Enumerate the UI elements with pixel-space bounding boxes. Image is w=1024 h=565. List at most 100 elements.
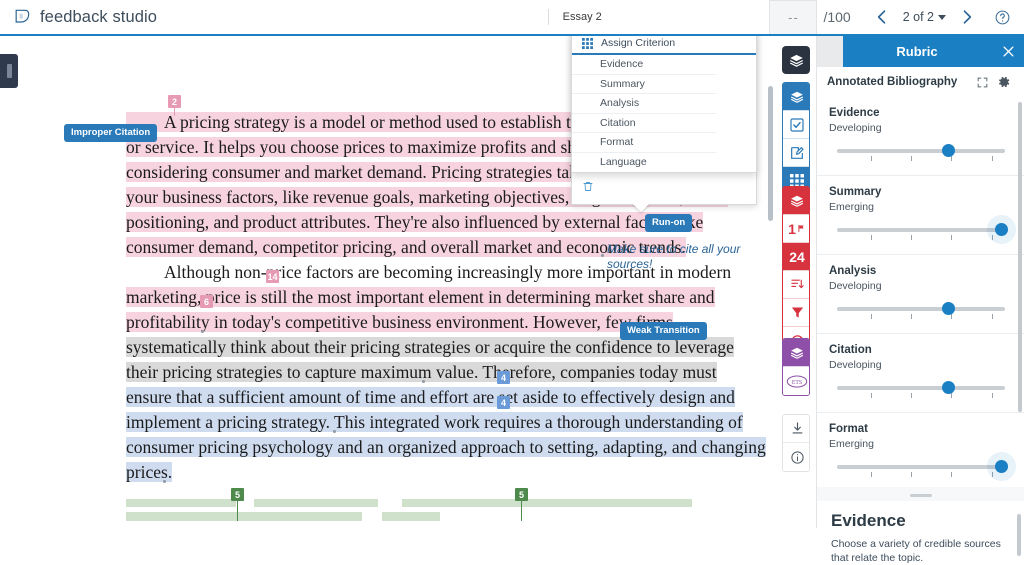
slider-ticks (837, 472, 1005, 478)
info-circle-icon-button[interactable] (783, 443, 809, 471)
grade-input[interactable]: -- (769, 0, 818, 34)
prev-page-button[interactable] (867, 2, 897, 32)
dropdown-item-summary[interactable]: Summary (572, 74, 716, 94)
layers-blue-icon-button[interactable] (783, 83, 809, 111)
ets-badge-icon-button[interactable]: ETS (783, 367, 809, 395)
feedback-bubble-weak-transition[interactable]: Weak Transition (620, 322, 707, 340)
criterion-summary[interactable]: Summary Emerging (817, 176, 1024, 255)
criterion-slider[interactable] (829, 460, 1013, 479)
criterion-slider[interactable] (829, 302, 1013, 321)
comment-anchor[interactable] (422, 380, 425, 383)
help-button[interactable] (988, 9, 1016, 26)
slider-track (837, 465, 1005, 469)
dropdown-item-evidence[interactable]: Evidence (572, 55, 716, 75)
sort-descending-icon-button[interactable] (783, 271, 809, 299)
layers-purple-icon-button[interactable] (783, 339, 809, 367)
grade-total: /100 (823, 9, 851, 25)
dropdown-item-citation[interactable]: Citation (572, 113, 716, 133)
dropdown-item-analysis[interactable]: Analysis (572, 94, 716, 114)
criterion-slider[interactable] (829, 144, 1013, 163)
comment-anchor[interactable] (601, 254, 604, 257)
dropdown-item-format[interactable]: Format (572, 133, 716, 153)
next-page-button[interactable] (952, 2, 982, 32)
criterion-slider[interactable] (829, 381, 1013, 400)
criterion-marker[interactable]: 2 (168, 95, 181, 108)
marker-stem (174, 108, 175, 116)
comment-anchor[interactable] (163, 480, 166, 483)
slider-ticks (837, 156, 1005, 162)
chevron-down-icon (938, 14, 946, 20)
criterion-marker[interactable]: 5 (231, 488, 244, 501)
slider-thumb[interactable] (942, 144, 956, 157)
filter-funnel-icon-button[interactable] (783, 299, 809, 327)
comment-anchor[interactable] (201, 330, 204, 333)
download-icon-button[interactable] (783, 415, 809, 443)
resize-grip-icon (910, 493, 932, 497)
layers-red-icon-button[interactable] (783, 187, 809, 215)
criteria-list[interactable]: Evidence Developing Summary Emerging Ana… (817, 97, 1024, 487)
slider-thumb[interactable] (942, 302, 956, 315)
criterion-level: Developing (829, 122, 882, 134)
criterion-description-body: Choose a variety of credible sources tha… (831, 538, 1001, 564)
doc-highlight-green (126, 512, 362, 521)
criterion-analysis[interactable]: Analysis Developing (817, 255, 1024, 334)
close-icon[interactable] (991, 44, 1024, 59)
rubric-scrollbar[interactable] (1018, 102, 1022, 412)
inline-comment-note[interactable]: Make sure to cite all your sources! (607, 242, 757, 272)
doc-line: consumer pricing psychology and an organ… (126, 437, 766, 457)
doc-highlight-green (254, 499, 378, 507)
trash-icon[interactable] (582, 180, 594, 198)
brand-name: feedback studio (40, 7, 158, 26)
criterion-marker[interactable]: 4 (497, 371, 510, 384)
criterion-marker[interactable]: 6 (200, 295, 213, 308)
slider-thumb[interactable] (995, 460, 1009, 473)
criterion-citation[interactable]: Citation Developing (817, 334, 1024, 413)
assign-criterion-label: Assign Criterion (601, 37, 676, 49)
criterion-level: Developing (829, 280, 882, 292)
flag-count-button[interactable]: 1 (783, 215, 809, 243)
criterion-marker[interactable]: 4 (497, 396, 510, 409)
slider-track (837, 307, 1005, 311)
slider-ticks (837, 393, 1005, 399)
panel-toggle-icon (6, 64, 12, 78)
rubric-panel: Rubric Annotated Bibliography Evidence D… (816, 36, 1024, 564)
document-scrollbar[interactable] (768, 86, 773, 221)
assign-criterion-dropdown[interactable]: Assign Criterion Evidence Summary Analys… (571, 32, 757, 173)
expand-icon[interactable] (971, 76, 993, 89)
criterion-description-panel: Evidence Choose a variety of credible so… (817, 501, 1024, 564)
panel-toggle-button[interactable] (0, 54, 18, 88)
tool-group-similarity: 1 24 (782, 186, 810, 356)
criterion-name: Summary (829, 186, 882, 198)
check-square-icon-button[interactable] (783, 111, 809, 139)
pencil-square-icon-button[interactable] (783, 139, 809, 167)
rubric-panel-header: Rubric (817, 36, 1024, 67)
slider-thumb[interactable] (942, 381, 956, 394)
doc-line: prices. (126, 462, 173, 482)
doc-highlight-green (402, 499, 692, 507)
rubric-resize-handle[interactable] (817, 489, 1024, 501)
doc-highlight-green (382, 512, 440, 521)
description-scrollbar[interactable] (1017, 514, 1021, 556)
comment-anchor[interactable] (333, 430, 336, 433)
doc-line: positioning, and product attributes. The… (126, 212, 704, 232)
gear-icon[interactable] (993, 75, 1015, 89)
brand: feedback studio (0, 7, 380, 27)
criterion-slider[interactable] (829, 223, 1013, 242)
page-indicator[interactable]: 2 of 2 (903, 10, 946, 24)
assign-criterion-header[interactable]: Assign Criterion (572, 33, 756, 55)
dropdown-item-language[interactable]: Language (572, 152, 716, 172)
layers-dark-icon-button[interactable] (782, 46, 810, 74)
tool-group-instructor (782, 46, 810, 74)
tool-group-utilities (782, 414, 810, 472)
criterion-evidence[interactable]: Evidence Developing (817, 97, 1024, 176)
slider-thumb[interactable] (995, 223, 1009, 236)
document-title-wrap: Essay 2 (380, 9, 769, 25)
feedback-bubble-improper-citation[interactable]: Improper Citation (64, 124, 158, 142)
criterion-marker[interactable]: 5 (515, 488, 528, 501)
feedback-bubble-run-on[interactable]: Run-on (645, 214, 693, 232)
criterion-format[interactable]: Format Emerging (817, 413, 1024, 487)
similarity-score-button[interactable]: 24 (783, 243, 809, 271)
flag-icon (797, 220, 806, 238)
tool-group-ets: ETS (782, 338, 810, 396)
criterion-marker[interactable]: 14 (266, 270, 279, 283)
